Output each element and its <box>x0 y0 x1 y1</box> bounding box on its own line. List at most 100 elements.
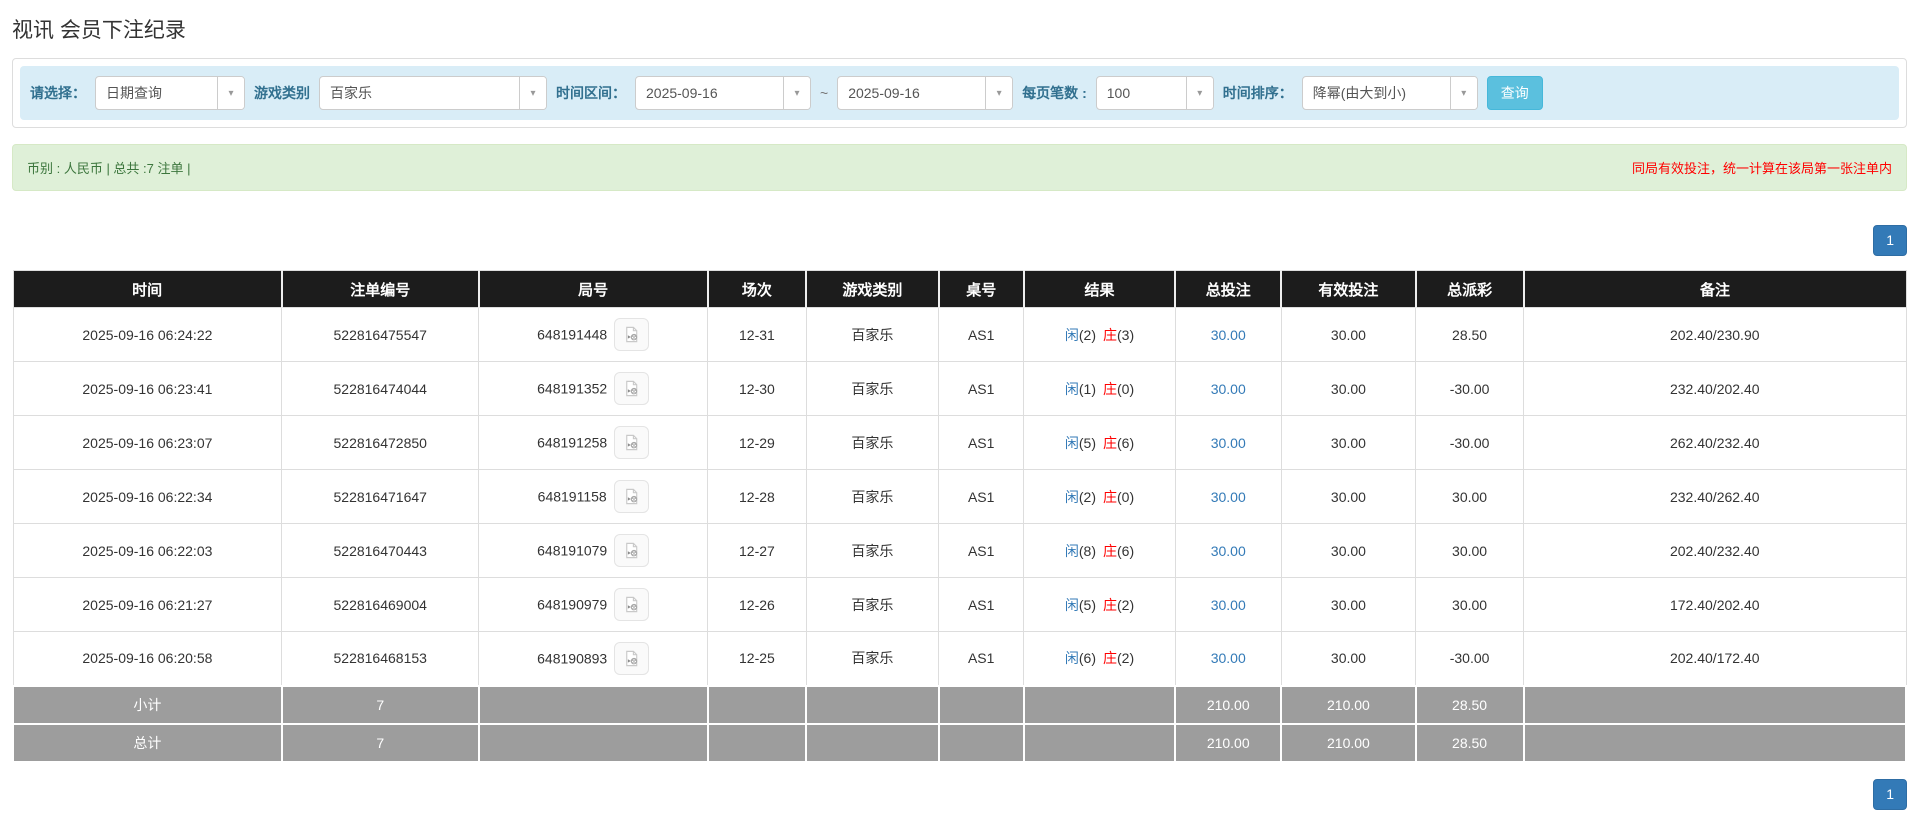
header-result: 结果 <box>1023 270 1177 308</box>
cell-result: 闲(2) 庄(3) <box>1023 307 1176 362</box>
subtotal-count: 7 <box>280 684 480 725</box>
bet-records-table: 时间 注单编号 局号 场次 游戏类别 桌号 结果 总投注 有效投注 总派彩 备注 2025-09-1… <box>12 270 1908 763</box>
result-player-label: 闲 <box>1064 488 1079 505</box>
result-player-score: (5) <box>1078 596 1097 613</box>
cell-result: 闲(6) 庄(2) <box>1023 631 1176 686</box>
query-type-select[interactable]: 日期查询 ▾ <box>95 76 245 110</box>
result-banker-score: (0) <box>1117 488 1135 505</box>
date-to-value: 2025-09-16 <box>848 85 920 101</box>
result-banker-label: 庄 <box>1103 380 1118 397</box>
round-number: 648191079 <box>537 542 608 559</box>
cell-time: 2025-09-16 06:22:03 <box>12 523 283 578</box>
currency-total-text: 币别 : 人民币 | 总共 :7 注单 | <box>27 161 191 176</box>
cell-total-bet: 30.00 <box>1174 469 1282 524</box>
grand-total-empty-round <box>477 722 709 763</box>
page-size-value: 100 <box>1106 85 1131 101</box>
cell-time: 2025-09-16 06:23:07 <box>12 415 283 470</box>
result-banker-score: (2) <box>1117 650 1135 667</box>
grand-total-payout: 28.50 <box>1414 722 1525 763</box>
video-icon[interactable] <box>614 534 650 567</box>
cell-time: 2025-09-16 06:23:41 <box>12 361 283 416</box>
table-row: 2025-09-16 06:20:58 522816468153 6481908… <box>12 631 1907 686</box>
round-number: 648190979 <box>537 596 608 613</box>
cell-bet-id: 522816469004 <box>281 577 480 632</box>
total-bet-link[interactable]: 30.00 <box>1211 597 1246 613</box>
cell-time: 2025-09-16 06:22:34 <box>12 469 283 524</box>
cell-bet-id: 522816472850 <box>281 415 480 470</box>
total-bet-link[interactable]: 30.00 <box>1211 543 1246 559</box>
page-size-select[interactable]: 100 ▾ <box>1095 76 1214 110</box>
cell-game-type: 百家乐 <box>805 361 940 416</box>
header-game-type: 游戏类别 <box>806 270 940 308</box>
grand-total-empty-session <box>706 722 808 763</box>
date-from-value: 2025-09-16 <box>646 85 718 101</box>
total-bet-link[interactable]: 30.00 <box>1211 489 1246 505</box>
cell-valid-bet: 30.00 <box>1280 577 1417 632</box>
cell-valid-bet: 30.00 <box>1280 361 1417 416</box>
cell-table-no: AS1 <box>938 307 1025 362</box>
chevron-down-icon[interactable]: ▾ <box>217 77 244 109</box>
total-bet-link[interactable]: 30.00 <box>1211 435 1246 451</box>
video-icon[interactable] <box>613 480 649 513</box>
total-bet-link[interactable]: 30.00 <box>1211 327 1246 343</box>
date-from-select[interactable]: 2025-09-16 ▾ <box>635 76 811 110</box>
page-size-label: 每页笔数 : <box>1022 85 1087 101</box>
date-to-select[interactable]: 2025-09-16 ▾ <box>837 76 1014 110</box>
round-number: 648191352 <box>537 380 608 397</box>
cell-session: 12-27 <box>707 523 807 578</box>
round-number: 648190893 <box>537 650 608 667</box>
cell-valid-bet: 30.00 <box>1280 631 1417 686</box>
chevron-down-icon[interactable]: ▾ <box>985 77 1013 109</box>
query-type-value: 日期查询 <box>106 85 162 101</box>
result-player-score: (6) <box>1078 650 1097 667</box>
chevron-down-icon[interactable]: ▾ <box>1185 77 1213 109</box>
result-banker-label: 庄 <box>1103 650 1118 667</box>
cell-total-bet: 30.00 <box>1174 307 1282 362</box>
subtotal-empty-remark <box>1522 684 1908 725</box>
cell-result: 闲(2) 庄(0) <box>1023 469 1176 524</box>
chevron-down-icon[interactable]: ▾ <box>783 77 810 109</box>
total-bet-link[interactable]: 30.00 <box>1211 650 1246 666</box>
total-bet-link[interactable]: 30.00 <box>1211 381 1246 397</box>
result-player-label: 闲 <box>1064 650 1079 667</box>
sort-order-select[interactable]: 降幂(由大到小) ▾ <box>1301 76 1478 110</box>
page-title: 视讯 会员下注纪录 <box>12 19 186 42</box>
table-row: 2025-09-16 06:22:34 522816471647 6481911… <box>12 469 1907 524</box>
round-number: 648191448 <box>537 326 608 343</box>
sort-order-label: 时间排序： <box>1222 85 1293 101</box>
video-icon[interactable] <box>614 588 650 621</box>
subtotal-row: 小计 7 210.00 210.00 28.50 <box>12 684 1908 725</box>
cell-remark: 202.40/172.40 <box>1523 631 1907 686</box>
cell-remark: 232.40/262.40 <box>1523 469 1907 524</box>
game-type-value: 百家乐 <box>330 85 372 101</box>
result-player-label: 闲 <box>1064 542 1079 559</box>
cell-round-id: 648191258 <box>478 415 709 470</box>
result-player-label: 闲 <box>1064 326 1079 343</box>
subtotal-valid-bet: 210.00 <box>1280 684 1417 725</box>
cell-table-no: AS1 <box>938 631 1025 686</box>
header-remark: 备注 <box>1523 270 1906 308</box>
cell-remark: 202.40/230.90 <box>1523 307 1907 362</box>
grand-total-empty-game <box>805 722 940 763</box>
chevron-down-icon[interactable]: ▾ <box>1449 77 1477 109</box>
subtotal-empty-round <box>477 684 709 725</box>
search-button[interactable]: 查询 <box>1486 76 1543 110</box>
video-icon[interactable] <box>614 372 650 405</box>
video-icon[interactable] <box>614 426 650 459</box>
result-player-label: 闲 <box>1064 434 1079 451</box>
cell-session: 12-29 <box>707 415 807 470</box>
cell-bet-id: 522816470443 <box>281 523 480 578</box>
cell-table-no: AS1 <box>938 415 1025 470</box>
cell-valid-bet: 30.00 <box>1280 307 1417 362</box>
chevron-down-icon[interactable]: ▾ <box>519 77 546 109</box>
cell-payout: 28.50 <box>1415 307 1525 362</box>
video-icon[interactable] <box>614 318 650 351</box>
cell-result: 闲(5) 庄(2) <box>1023 577 1176 632</box>
cell-payout: 30.00 <box>1415 523 1525 578</box>
video-icon[interactable] <box>614 641 650 675</box>
result-player-score: (2) <box>1078 488 1097 505</box>
page-1-button[interactable]: 1 <box>1873 225 1907 256</box>
result-player-label: 闲 <box>1064 380 1079 397</box>
cell-total-bet: 30.00 <box>1174 415 1282 470</box>
game-type-select[interactable]: 百家乐 ▾ <box>319 76 547 110</box>
